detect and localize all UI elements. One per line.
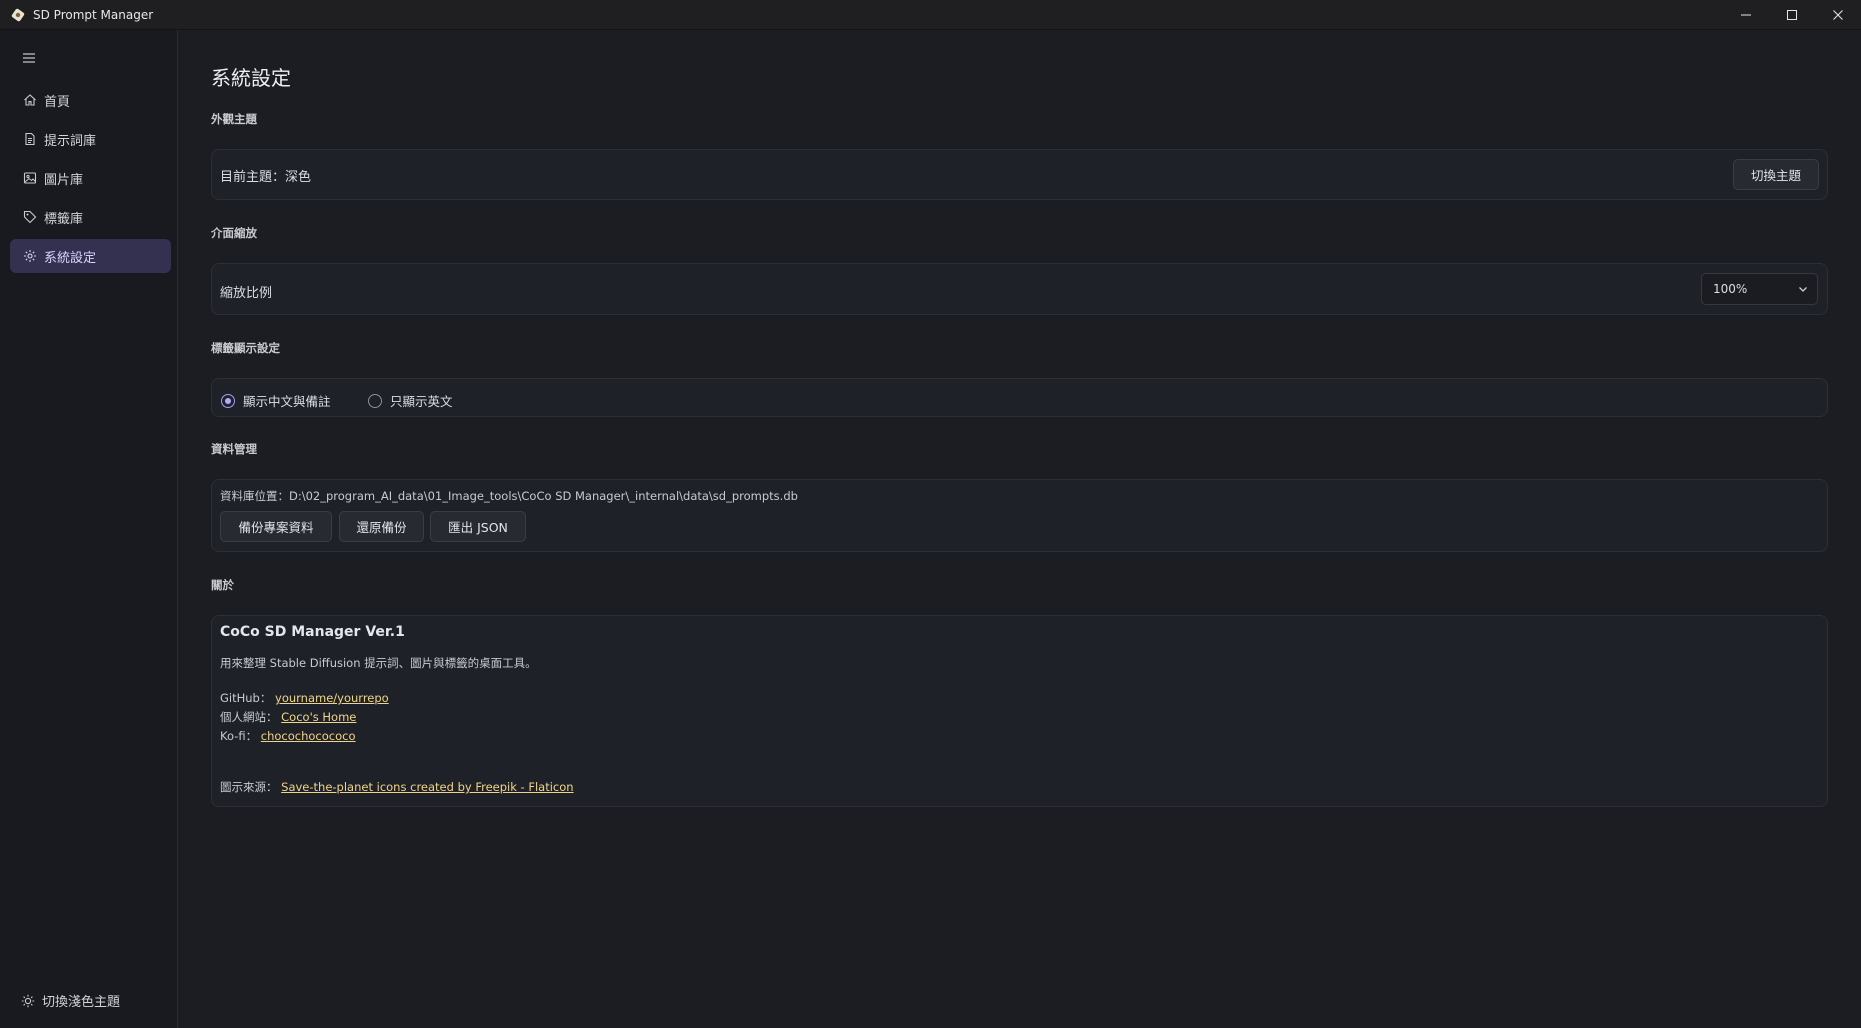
restore-backup-button[interactable]: 還原備份: [339, 511, 424, 542]
about-description: 用來整理 Stable Diffusion 提示詞、圖片與標籤的桌面工具。: [220, 656, 537, 670]
sidebar-item-prompts[interactable]: 提示詞庫: [10, 122, 171, 156]
export-json-button[interactable]: 匯出 JSON: [430, 511, 526, 542]
minimize-icon: [1741, 14, 1751, 16]
sidebar-item-label: 首頁: [44, 94, 71, 110]
appearance-card: 目前主題：深色 切換主題: [211, 149, 1828, 200]
sidebar-item-label: 標籤庫: [44, 211, 84, 227]
hamburger-menu-button[interactable]: [21, 50, 37, 66]
zoom-select[interactable]: 100%: [1701, 273, 1818, 305]
icon-source-row: 圖示來源： Save-the-planet icons created by F…: [220, 779, 574, 795]
title-bar: SD Prompt Manager: [0, 0, 1861, 30]
radio-label: 只顯示英文: [390, 394, 453, 409]
about-title: CoCo SD Manager Ver.1: [220, 624, 405, 640]
zoom-card: 縮放比例 100%: [211, 263, 1828, 315]
website-link[interactable]: Coco's Home: [281, 710, 356, 724]
github-link[interactable]: yourname/yourrepo: [275, 691, 389, 705]
image-icon: [22, 170, 38, 186]
page-title: 系統設定: [211, 66, 291, 90]
radio-button[interactable]: [368, 393, 382, 408]
radio-english-only[interactable]: 只顯示英文: [368, 391, 453, 410]
tag-icon: [22, 209, 38, 225]
window-title: SD Prompt Manager: [33, 7, 154, 22]
kofi-row: Ko-fi： chocochocococo: [220, 728, 356, 744]
github-label: GitHub：: [220, 691, 272, 705]
website-row: 個人網站： Coco's Home: [220, 709, 356, 725]
home-icon: [22, 92, 38, 108]
icon-source-link[interactable]: Save-the-planet icons created by Freepik…: [281, 780, 573, 794]
maximize-icon: [1787, 10, 1797, 20]
kofi-label: Ko-fi：: [220, 729, 258, 743]
about-card: CoCo SD Manager Ver.1 用來整理 Stable Diffus…: [211, 615, 1828, 807]
backup-project-button[interactable]: 備份專案資料: [220, 511, 332, 542]
radio-label: 顯示中文與備註: [243, 394, 331, 409]
gear-icon: [22, 248, 38, 264]
radio-show-chinese-notes[interactable]: 顯示中文與備註: [221, 391, 331, 410]
sidebar-item-images[interactable]: 圖片庫: [10, 161, 171, 195]
zoom-select-value: 100%: [1713, 282, 1748, 296]
sidebar-item-tags[interactable]: 標籤庫: [10, 200, 171, 234]
zoom-label: 縮放比例: [220, 286, 273, 301]
app-logo-icon: [11, 8, 25, 22]
close-icon: [1833, 10, 1843, 20]
sidebar-item-home[interactable]: 首頁: [10, 83, 171, 117]
data-mgmt-section-label: 資料管理: [211, 442, 257, 456]
close-button[interactable]: [1815, 0, 1861, 30]
sidebar-item-label: 提示詞庫: [44, 133, 97, 149]
window-controls: [1723, 0, 1861, 30]
tag-display-card: 顯示中文與備註 只顯示英文: [211, 378, 1828, 417]
github-row: GitHub： yourname/yourrepo: [220, 690, 389, 706]
sidebar: 首頁 提示詞庫 圖片庫 標籤庫 系統設定 切換淺色主題: [0, 30, 178, 1028]
website-label: 個人網站：: [220, 710, 278, 724]
current-theme-text: 目前主題：深色: [220, 170, 312, 185]
sidebar-item-settings[interactable]: 系統設定: [10, 239, 171, 273]
sun-icon: [20, 993, 36, 1009]
database-path-text: 資料庫位置：D:\02_program_AI_data\01_Image_too…: [220, 489, 798, 503]
sidebar-item-label: 系統設定: [44, 250, 97, 266]
document-icon: [22, 131, 38, 147]
about-section-label: 關於: [211, 578, 234, 592]
data-mgmt-card: 資料庫位置：D:\02_program_AI_data\01_Image_too…: [211, 479, 1828, 552]
toggle-light-theme-label: 切換淺色主題: [42, 995, 121, 1010]
tag-display-section-label: 標籤顯示設定: [211, 341, 280, 355]
zoom-section-label: 介面縮放: [211, 226, 257, 240]
maximize-button[interactable]: [1769, 0, 1815, 30]
toggle-light-theme-button[interactable]: 切換淺色主題: [20, 991, 120, 1010]
switch-theme-button[interactable]: 切換主題: [1733, 159, 1819, 190]
icon-source-label: 圖示來源：: [220, 780, 278, 794]
appearance-section-label: 外觀主題: [211, 112, 257, 126]
kofi-link[interactable]: chocochocococo: [261, 729, 356, 743]
sidebar-nav: 首頁 提示詞庫 圖片庫 標籤庫 系統設定: [10, 83, 171, 278]
sidebar-item-label: 圖片庫: [44, 172, 84, 188]
chevron-down-icon: [1799, 287, 1807, 292]
hamburger-icon: [23, 53, 35, 63]
radio-button[interactable]: [221, 393, 235, 408]
minimize-button[interactable]: [1723, 0, 1769, 30]
